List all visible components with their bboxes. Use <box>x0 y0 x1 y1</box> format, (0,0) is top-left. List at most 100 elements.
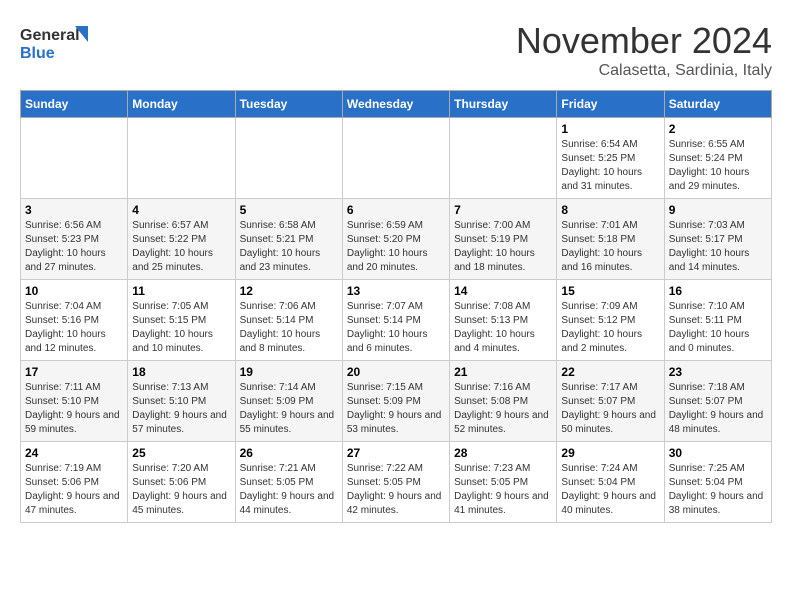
weekday-friday: Friday <box>557 91 664 118</box>
day-number: 16 <box>669 284 767 298</box>
day-number: 25 <box>132 446 230 460</box>
day-info: Sunrise: 6:55 AM Sunset: 5:24 PM Dayligh… <box>669 138 767 194</box>
day-cell: 15 Sunrise: 7:09 AM Sunset: 5:12 PM Dayli… <box>557 280 664 361</box>
day-info: Sunrise: 7:18 AM Sunset: 5:07 PM Dayligh… <box>669 381 767 437</box>
day-number: 4 <box>132 203 230 217</box>
day-cell: 21 Sunrise: 7:16 AM Sunset: 5:08 PM Dayli… <box>450 361 557 442</box>
logo-icon: General Blue <box>20 20 90 64</box>
day-cell: 9Sunrise: 7:03 AM Sunset: 5:17 PM Daylig… <box>664 199 771 280</box>
day-cell: 12 Sunrise: 7:06 AM Sunset: 5:14 PM Dayli… <box>235 280 342 361</box>
weekday-tuesday: Tuesday <box>235 91 342 118</box>
day-cell: 17 Sunrise: 7:11 AM Sunset: 5:10 PM Dayli… <box>21 361 128 442</box>
day-cell: 28 Sunrise: 7:23 AM Sunset: 5:05 PM Dayli… <box>450 442 557 523</box>
logo: General Blue <box>20 20 90 69</box>
day-cell <box>235 118 342 199</box>
day-cell: 25 Sunrise: 7:20 AM Sunset: 5:06 PM Dayli… <box>128 442 235 523</box>
day-cell: 4 Sunrise: 6:57 AM Sunset: 5:22 PM Daylig… <box>128 199 235 280</box>
day-info: Sunrise: 7:14 AM Sunset: 5:09 PM Dayligh… <box>240 381 338 437</box>
day-number: 8 <box>561 203 659 217</box>
day-info: Sunrise: 7:21 AM Sunset: 5:05 PM Dayligh… <box>240 462 338 518</box>
month-title: November 2024 <box>516 20 772 62</box>
day-info: Sunrise: 7:25 AM Sunset: 5:04 PM Dayligh… <box>669 462 767 518</box>
day-number: 24 <box>25 446 123 460</box>
day-info: Sunrise: 7:04 AM Sunset: 5:16 PM Dayligh… <box>25 300 123 356</box>
weekday-thursday: Thursday <box>450 91 557 118</box>
day-number: 5 <box>240 203 338 217</box>
day-number: 26 <box>240 446 338 460</box>
location: Calasetta, Sardinia, Italy <box>516 62 772 80</box>
day-cell: 10 Sunrise: 7:04 AM Sunset: 5:16 PM Dayli… <box>21 280 128 361</box>
day-info: Sunrise: 7:13 AM Sunset: 5:10 PM Dayligh… <box>132 381 230 437</box>
day-number: 11 <box>132 284 230 298</box>
day-cell: 20 Sunrise: 7:15 AM Sunset: 5:09 PM Dayli… <box>342 361 449 442</box>
day-info: Sunrise: 7:03 AM Sunset: 5:17 PM Dayligh… <box>669 219 767 275</box>
day-cell <box>450 118 557 199</box>
weekday-header-row: SundayMondayTuesdayWednesdayThursdayFrid… <box>21 91 772 118</box>
day-number: 29 <box>561 446 659 460</box>
day-number: 20 <box>347 365 445 379</box>
day-info: Sunrise: 7:22 AM Sunset: 5:05 PM Dayligh… <box>347 462 445 518</box>
day-cell: 6Sunrise: 6:59 AM Sunset: 5:20 PM Daylig… <box>342 199 449 280</box>
day-cell: 30 Sunrise: 7:25 AM Sunset: 5:04 PM Dayli… <box>664 442 771 523</box>
day-info: Sunrise: 7:06 AM Sunset: 5:14 PM Dayligh… <box>240 300 338 356</box>
day-info: Sunrise: 7:07 AM Sunset: 5:14 PM Dayligh… <box>347 300 445 356</box>
calendar-table: SundayMondayTuesdayWednesdayThursdayFrid… <box>20 90 772 523</box>
svg-text:General: General <box>20 27 80 44</box>
day-info: Sunrise: 7:20 AM Sunset: 5:06 PM Dayligh… <box>132 462 230 518</box>
day-cell: 18 Sunrise: 7:13 AM Sunset: 5:10 PM Dayli… <box>128 361 235 442</box>
day-info: Sunrise: 7:09 AM Sunset: 5:12 PM Dayligh… <box>561 300 659 356</box>
weekday-wednesday: Wednesday <box>342 91 449 118</box>
week-row-2: 3 Sunrise: 6:56 AM Sunset: 5:23 PM Daylig… <box>21 199 772 280</box>
day-info: Sunrise: 7:16 AM Sunset: 5:08 PM Dayligh… <box>454 381 552 437</box>
week-row-1: 1Sunrise: 6:54 AM Sunset: 5:25 PM Daylig… <box>21 118 772 199</box>
day-info: Sunrise: 7:11 AM Sunset: 5:10 PM Dayligh… <box>25 381 123 437</box>
day-cell: 26 Sunrise: 7:21 AM Sunset: 5:05 PM Dayli… <box>235 442 342 523</box>
day-info: Sunrise: 7:15 AM Sunset: 5:09 PM Dayligh… <box>347 381 445 437</box>
day-cell: 14Sunrise: 7:08 AM Sunset: 5:13 PM Dayli… <box>450 280 557 361</box>
day-number: 10 <box>25 284 123 298</box>
day-number: 14 <box>454 284 552 298</box>
day-info: Sunrise: 7:23 AM Sunset: 5:05 PM Dayligh… <box>454 462 552 518</box>
calendar-body: 1Sunrise: 6:54 AM Sunset: 5:25 PM Daylig… <box>21 118 772 523</box>
day-number: 23 <box>669 365 767 379</box>
week-row-3: 10 Sunrise: 7:04 AM Sunset: 5:16 PM Dayli… <box>21 280 772 361</box>
day-cell: 1Sunrise: 6:54 AM Sunset: 5:25 PM Daylig… <box>557 118 664 199</box>
day-cell: 22Sunrise: 7:17 AM Sunset: 5:07 PM Dayli… <box>557 361 664 442</box>
weekday-saturday: Saturday <box>664 91 771 118</box>
day-cell: 19Sunrise: 7:14 AM Sunset: 5:09 PM Dayli… <box>235 361 342 442</box>
day-info: Sunrise: 7:19 AM Sunset: 5:06 PM Dayligh… <box>25 462 123 518</box>
day-number: 27 <box>347 446 445 460</box>
weekday-monday: Monday <box>128 91 235 118</box>
day-number: 6 <box>347 203 445 217</box>
svg-text:Blue: Blue <box>20 45 55 62</box>
day-cell: 7 Sunrise: 7:00 AM Sunset: 5:19 PM Daylig… <box>450 199 557 280</box>
day-info: Sunrise: 6:56 AM Sunset: 5:23 PM Dayligh… <box>25 219 123 275</box>
day-number: 22 <box>561 365 659 379</box>
day-number: 30 <box>669 446 767 460</box>
day-number: 21 <box>454 365 552 379</box>
day-number: 28 <box>454 446 552 460</box>
day-number: 13 <box>347 284 445 298</box>
day-number: 3 <box>25 203 123 217</box>
day-cell <box>128 118 235 199</box>
day-number: 18 <box>132 365 230 379</box>
page-header: General Blue November 2024 Calasetta, Sa… <box>20 20 772 80</box>
day-number: 15 <box>561 284 659 298</box>
day-cell: 5Sunrise: 6:58 AM Sunset: 5:21 PM Daylig… <box>235 199 342 280</box>
day-cell: 29Sunrise: 7:24 AM Sunset: 5:04 PM Dayli… <box>557 442 664 523</box>
day-number: 12 <box>240 284 338 298</box>
day-number: 17 <box>25 365 123 379</box>
day-cell: 16Sunrise: 7:10 AM Sunset: 5:11 PM Dayli… <box>664 280 771 361</box>
day-cell: 8 Sunrise: 7:01 AM Sunset: 5:18 PM Daylig… <box>557 199 664 280</box>
title-block: November 2024 Calasetta, Sardinia, Italy <box>516 20 772 80</box>
day-info: Sunrise: 6:57 AM Sunset: 5:22 PM Dayligh… <box>132 219 230 275</box>
week-row-4: 17 Sunrise: 7:11 AM Sunset: 5:10 PM Dayli… <box>21 361 772 442</box>
day-info: Sunrise: 6:54 AM Sunset: 5:25 PM Dayligh… <box>561 138 659 194</box>
day-info: Sunrise: 7:01 AM Sunset: 5:18 PM Dayligh… <box>561 219 659 275</box>
day-number: 7 <box>454 203 552 217</box>
day-info: Sunrise: 7:00 AM Sunset: 5:19 PM Dayligh… <box>454 219 552 275</box>
day-cell: 3 Sunrise: 6:56 AM Sunset: 5:23 PM Daylig… <box>21 199 128 280</box>
day-cell <box>21 118 128 199</box>
day-cell: 13 Sunrise: 7:07 AM Sunset: 5:14 PM Dayli… <box>342 280 449 361</box>
day-cell: 24 Sunrise: 7:19 AM Sunset: 5:06 PM Dayli… <box>21 442 128 523</box>
